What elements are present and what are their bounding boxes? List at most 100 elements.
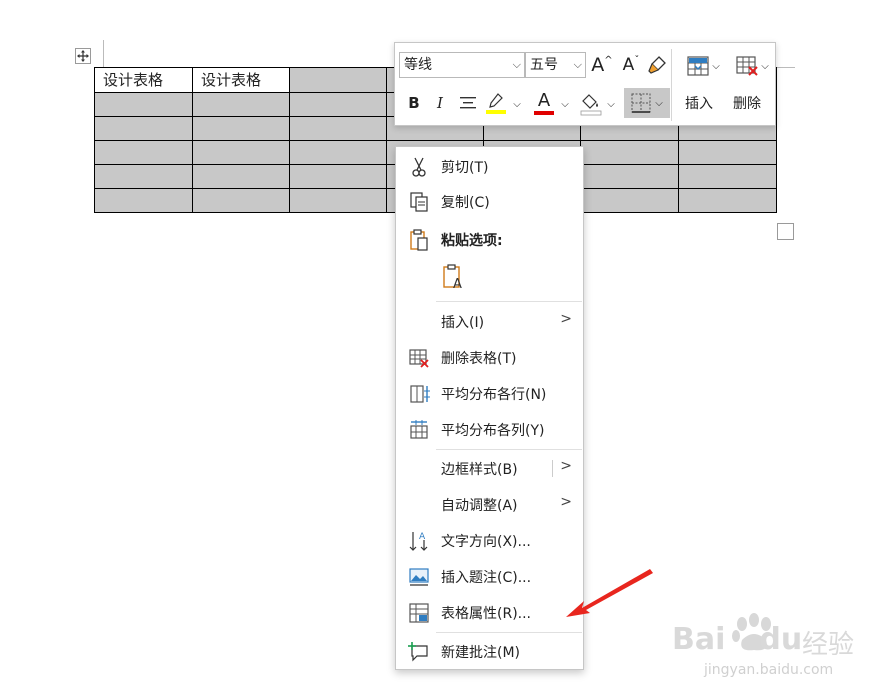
table-cell[interactable] (289, 67, 387, 93)
menu-item-label: 删除表格(T) (441, 351, 517, 367)
insert-label: 插入 (685, 96, 713, 112)
highlight-dropdown[interactable]: ⌵ (511, 93, 523, 115)
delete-table-icon (736, 56, 758, 76)
chevron-down-icon: ⌵ (561, 98, 569, 110)
caption-icon (409, 568, 429, 586)
table-resize-handle[interactable] (777, 223, 794, 240)
menu-item-border-styles[interactable]: 边框样式(B) > (396, 451, 583, 485)
table-cell[interactable] (94, 140, 193, 165)
table-cell[interactable] (192, 140, 290, 165)
copy-icon (410, 192, 428, 212)
table-cell[interactable] (94, 164, 193, 189)
menu-item-copy[interactable]: 复制(C) (396, 184, 583, 218)
font-color-button[interactable]: A (532, 89, 556, 117)
table-cell[interactable] (580, 188, 679, 213)
highlight-button[interactable] (485, 91, 507, 117)
table-cell[interactable]: 设计表格 (94, 67, 193, 93)
grow-font-icon: A (591, 54, 605, 76)
scissors-icon (412, 157, 426, 177)
grow-font-button[interactable]: A ^ (590, 52, 614, 78)
menu-item-distribute-rows[interactable]: 平均分布各行(N) (396, 376, 583, 410)
table-cell[interactable] (94, 116, 193, 141)
chevron-down-icon: ⌵ (512, 58, 521, 71)
chevron-right-icon: > (560, 311, 572, 327)
chevron-down-icon: ⌵ (761, 60, 769, 72)
table-cell[interactable] (289, 116, 387, 141)
svg-text:A: A (419, 532, 426, 542)
table-cell[interactable] (289, 140, 387, 165)
paint-bucket-icon (580, 94, 602, 116)
distribute-columns-icon (410, 420, 428, 439)
shrink-font-button[interactable]: Aˇ (619, 52, 643, 78)
borders-icon (631, 93, 651, 113)
menu-item-label: 表格属性(R)... (441, 606, 532, 622)
table-cell[interactable] (192, 92, 290, 117)
table-cell[interactable] (94, 188, 193, 213)
watermark-brand: Bai du (672, 622, 802, 657)
menu-item-label: 剪切(T) (441, 160, 489, 176)
center-align-button[interactable] (457, 91, 479, 115)
font-name-select[interactable]: 等线 ⌵ (399, 52, 525, 78)
table-cell[interactable] (580, 164, 679, 189)
italic-button[interactable]: I (429, 91, 451, 115)
table-cell[interactable] (678, 164, 777, 189)
font-color-dropdown[interactable]: ⌵ (559, 93, 571, 115)
menu-item-label: 插入(I) (441, 315, 485, 331)
watermark-product: 经验 (802, 630, 855, 660)
table-cell[interactable] (580, 140, 679, 165)
new-comment-icon (408, 642, 428, 662)
font-size-select[interactable]: 五号 ⌵ (525, 52, 586, 78)
chevron-right-icon: > (560, 458, 572, 474)
margin-guide (777, 67, 795, 68)
shrink-font-icon: A (622, 55, 635, 75)
font-color-swatch (534, 110, 554, 115)
menu-item-paste-options: 粘贴选项: (396, 222, 583, 256)
delete-label: 删除 (733, 96, 761, 112)
menu-separator (436, 632, 582, 633)
paste-keep-text-only-button[interactable]: A (441, 263, 467, 292)
menu-item-table-properties[interactable]: 表格属性(R)... (396, 595, 583, 629)
format-painter-button[interactable] (645, 52, 669, 78)
shading-button[interactable] (579, 91, 603, 117)
table-cell[interactable] (289, 92, 387, 117)
distribute-rows-icon (410, 385, 430, 403)
chevron-down-icon: ⌵ (655, 97, 663, 109)
table-cell[interactable] (192, 188, 290, 213)
table-cell[interactable] (678, 188, 777, 213)
menu-item-text-direction[interactable]: A 文字方向(X)... (396, 523, 583, 557)
menu-item-label: 插入题注(C)... (441, 570, 532, 586)
font-name-value: 等线 (404, 57, 432, 73)
shading-dropdown[interactable]: ⌵ (605, 93, 617, 115)
delete-table-button[interactable]: ⌵ (732, 52, 772, 80)
menu-separator (436, 301, 582, 302)
menu-item-autofit[interactable]: 自动调整(A) > (396, 487, 583, 521)
table-cell[interactable] (289, 188, 387, 213)
bold-icon: B (408, 94, 420, 112)
chevron-down-icon: ⌵ (573, 58, 582, 71)
menu-item-new-comment[interactable]: 新建批注(M) (396, 634, 583, 668)
table-cell[interactable] (192, 116, 290, 141)
borders-button[interactable]: ⌵ (624, 88, 670, 118)
table-move-handle[interactable] (75, 48, 91, 64)
menu-item-cut[interactable]: 剪切(T) (396, 149, 583, 183)
menu-item-distribute-columns[interactable]: 平均分布各列(Y) (396, 412, 583, 446)
chevron-right-icon: > (560, 494, 572, 510)
table-cell[interactable] (289, 164, 387, 189)
table-cell[interactable]: 设计表格 (192, 67, 290, 93)
align-center-icon (460, 97, 476, 109)
table-cell[interactable] (94, 92, 193, 117)
paste-text-icon: A (443, 264, 462, 292)
chevron-down-icon: ⌵ (712, 60, 720, 72)
watermark-brand-part1: Bai (672, 622, 726, 657)
bold-button[interactable]: B (403, 91, 425, 115)
font-size-value: 五号 (530, 57, 558, 73)
table-cell[interactable] (192, 164, 290, 189)
text-direction-icon: A (409, 532, 428, 551)
table-cell[interactable] (678, 140, 777, 165)
table-properties-icon (409, 603, 429, 623)
menu-item-delete-table[interactable]: 删除表格(T) (396, 340, 583, 374)
menu-item-insert-caption[interactable]: 插入题注(C)... (396, 559, 583, 593)
menu-item-insert[interactable]: 插入(I) > (396, 304, 583, 338)
insert-rows-button[interactable]: ⌵ (683, 52, 723, 80)
annotation-arrow (566, 569, 653, 617)
